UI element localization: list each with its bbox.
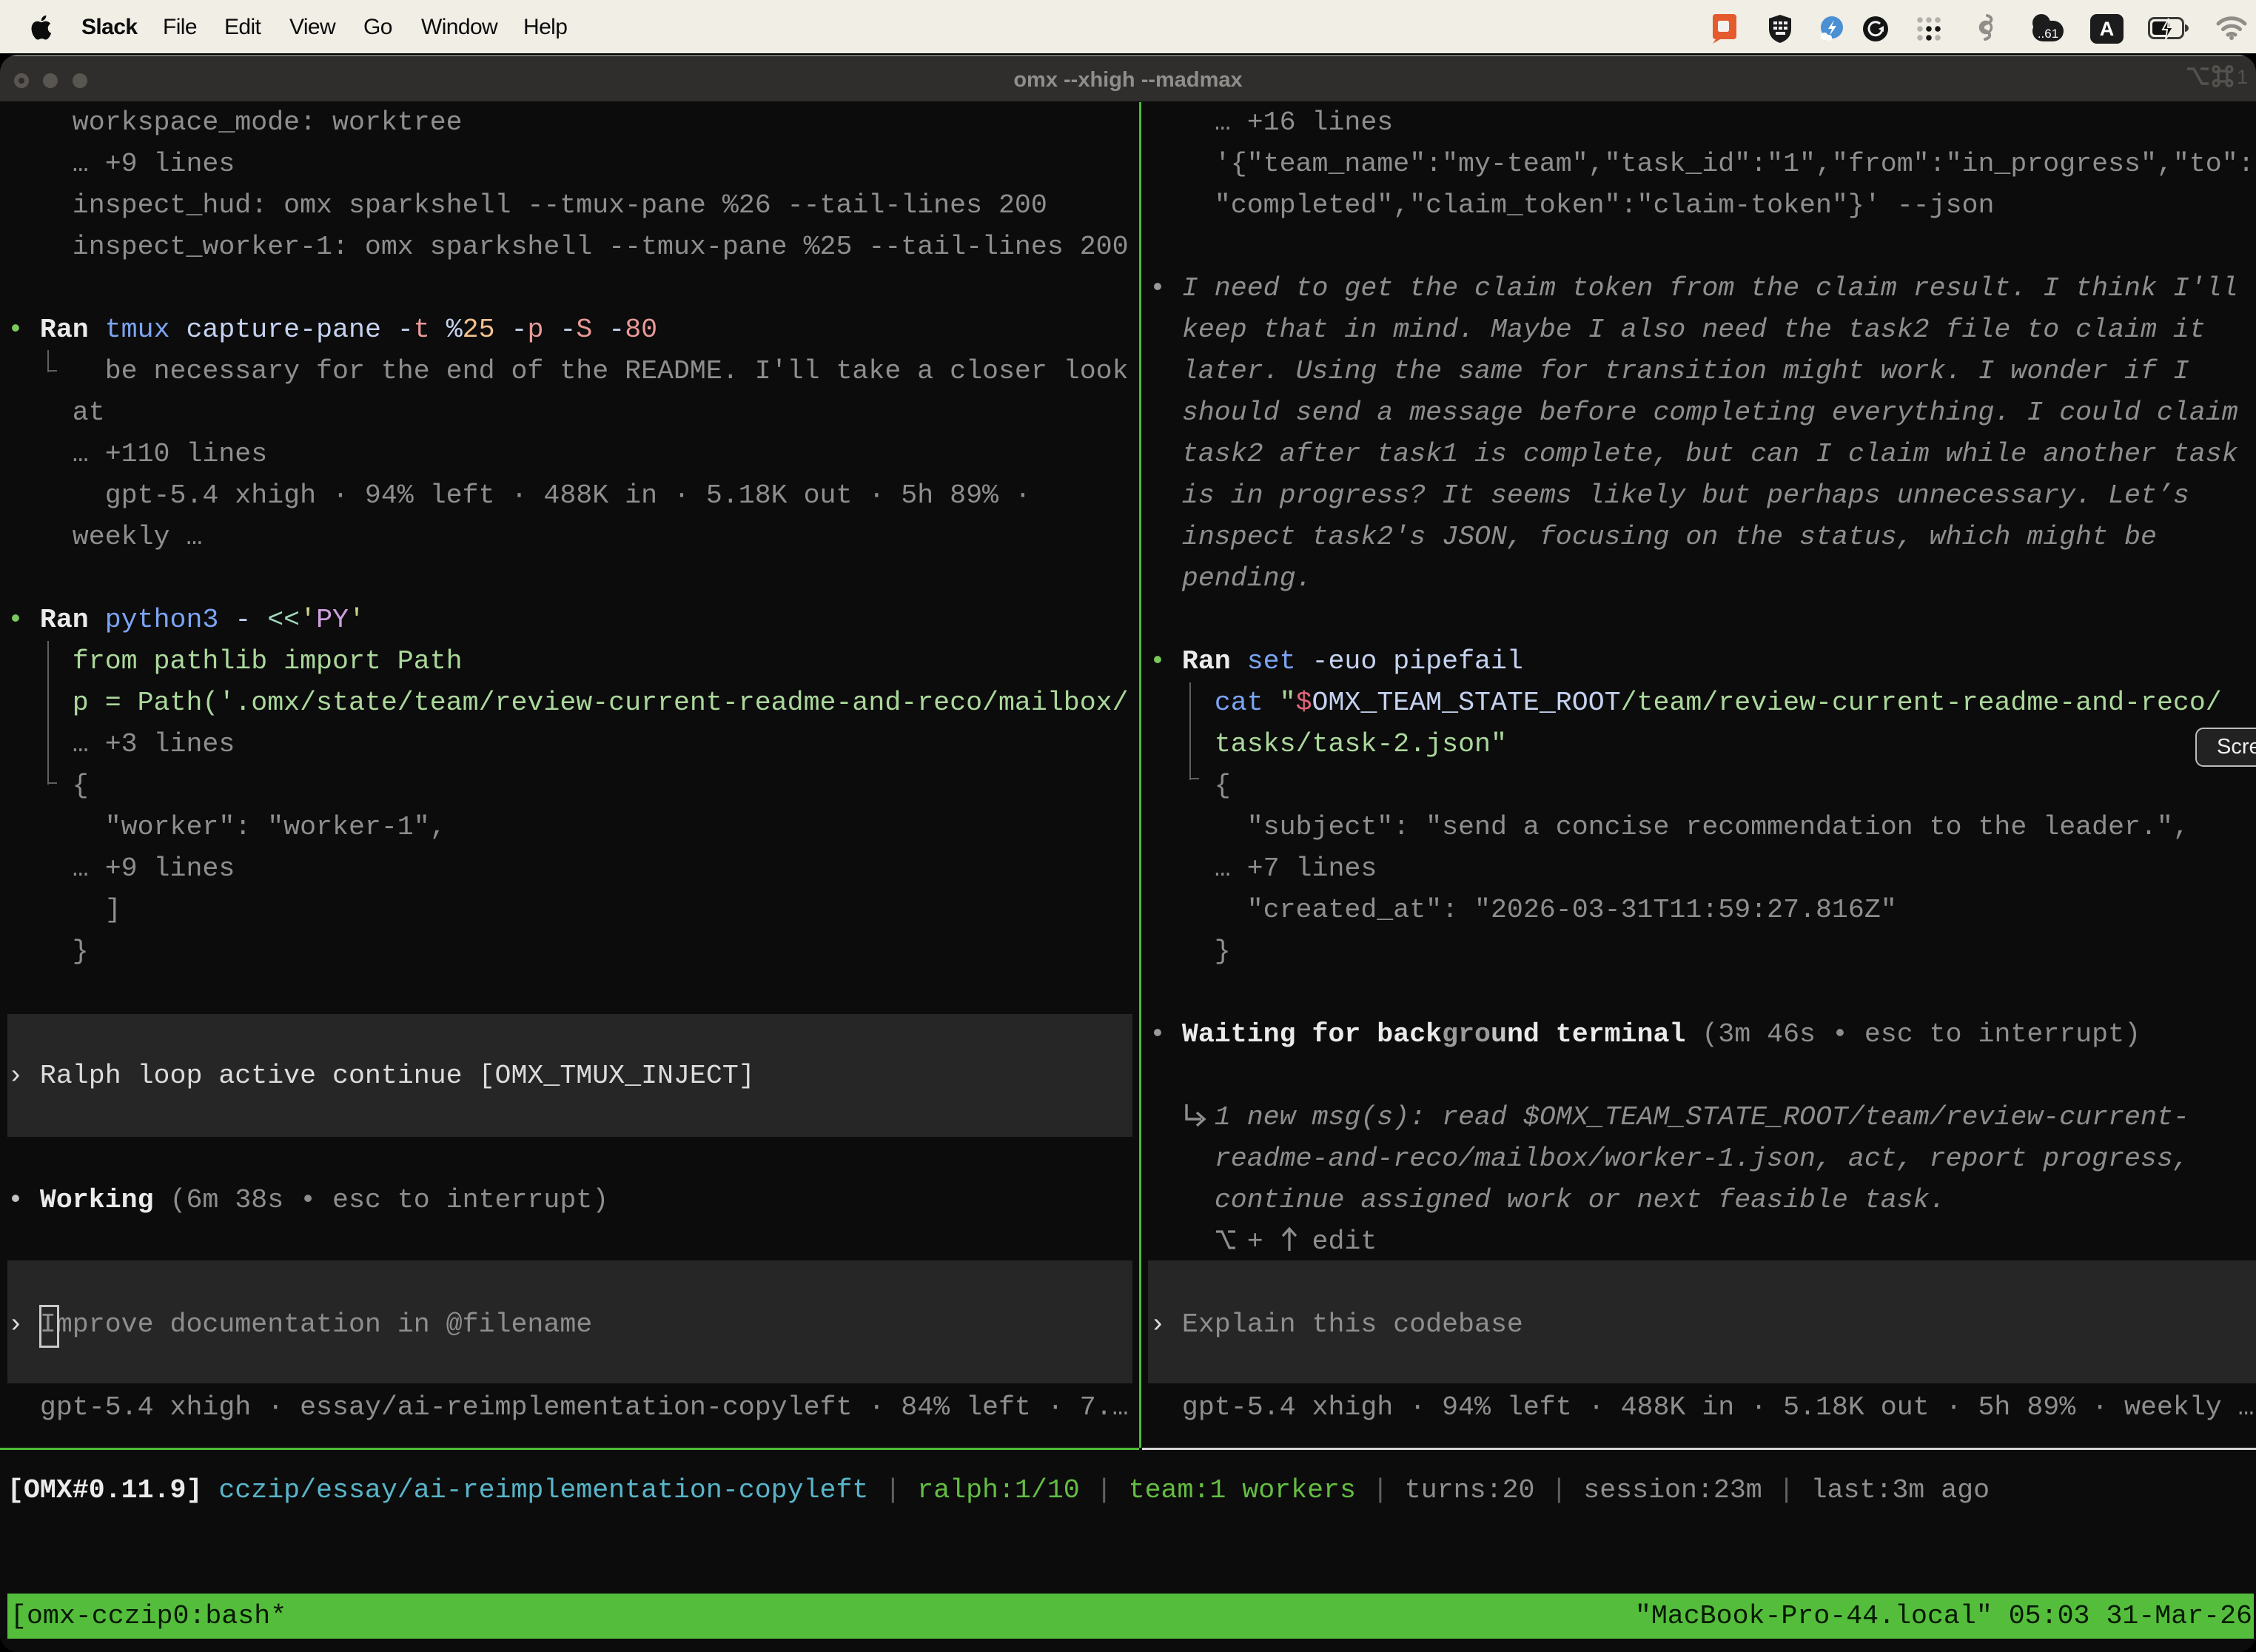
svg-text:1: 1 — [2237, 66, 2248, 87]
svg-text:..61: ..61 — [2038, 27, 2058, 41]
